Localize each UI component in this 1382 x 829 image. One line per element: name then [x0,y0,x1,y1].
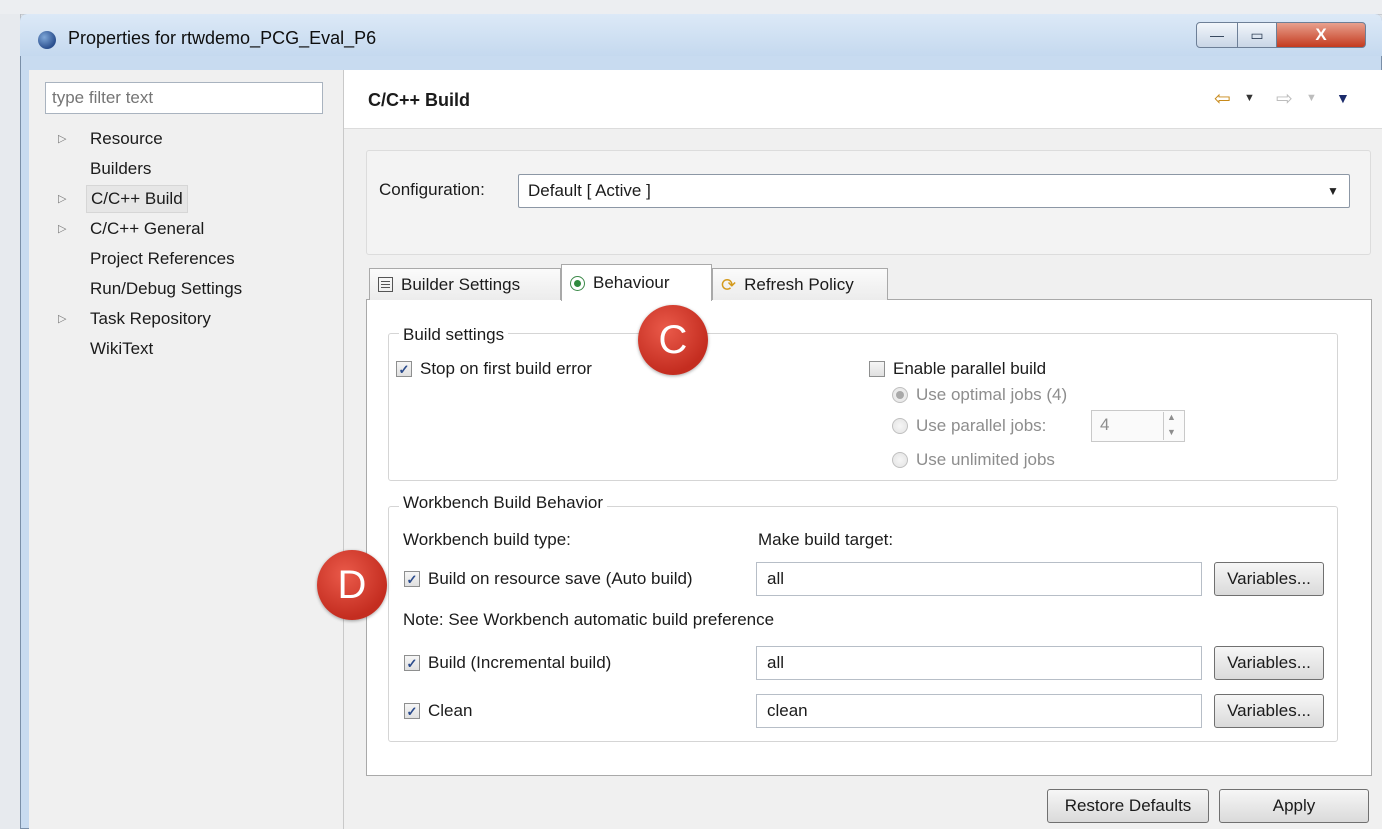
tree-item-label: Builders [90,159,152,178]
list-icon [378,277,393,292]
unlimited-jobs-option: Use unlimited jobs [892,450,1055,470]
spinner-up-icon: ▲ [1167,412,1176,422]
minimize-button[interactable]: — [1196,22,1238,48]
configuration-value: Default [ Active ] [528,181,651,200]
clean-checkbox[interactable]: ✓ [404,703,420,719]
unlimited-jobs-label: Use unlimited jobs [916,450,1055,469]
forward-dropdown-icon: ▼ [1306,92,1317,104]
auto-build-note: Note: See Workbench automatic build pref… [403,610,775,629]
parallel-jobs-label: Use parallel jobs: [916,416,1047,435]
expand-arrow-icon[interactable]: ▷ [58,124,66,154]
configuration-label: Configuration: [379,180,485,199]
incremental-build-label: Build (Incremental build) [428,653,612,672]
tree-item-label: Resource [90,129,163,148]
expand-arrow-icon[interactable]: ▷ [58,184,66,214]
eclipse-icon [38,31,56,49]
callout-badge-d: D [317,550,387,620]
expand-arrow-icon[interactable]: ▷ [58,304,66,334]
parallel-jobs-radio [892,418,908,434]
tab-label: Builder Settings [401,274,521,294]
clean-option[interactable]: ✓ Clean [404,701,472,721]
optimal-jobs-radio [892,387,908,403]
incremental-build-variables-button[interactable]: Variables... [1214,646,1324,680]
tree-item-label: Run/Debug Settings [90,279,243,298]
maximize-button[interactable]: ▭ [1237,22,1277,48]
expand-arrow-icon[interactable]: ▷ [58,214,66,244]
clean-target-input[interactable]: clean [756,694,1202,728]
tree-item-cpp-build[interactable]: ▷ C/C++ Build [52,184,272,214]
build-settings-group [388,333,1338,481]
optimal-jobs-label: Use optimal jobs (4) [916,385,1068,404]
refresh-icon: ⟳ [721,274,737,295]
page-title: C/C++ Build [368,90,471,110]
background-window-strip [0,14,21,829]
property-tree: ▷ Resource Builders ▷ C/C++ Build ▷ C/C+… [52,124,272,364]
auto-build-target-input[interactable]: all [756,562,1202,596]
auto-build-variables-button[interactable]: Variables... [1214,562,1324,596]
tree-item-label: C/C++ General [90,219,205,238]
background-window-edge [0,0,1382,15]
optimal-jobs-option: Use optimal jobs (4) [892,385,1067,405]
auto-build-option[interactable]: ✓ Build on resource save (Auto build) [404,569,693,589]
chevron-down-icon[interactable]: ▼ [1327,184,1339,198]
build-target-header: Make build target: [758,530,894,549]
tab-builder-settings[interactable]: Builder Settings [369,268,561,300]
tree-item-project-references[interactable]: Project References [52,244,272,274]
auto-build-label: Build on resource save (Auto build) [428,569,693,588]
clean-variables-button[interactable]: Variables... [1214,694,1324,728]
window-title: Properties for rtwdemo_PCG_Eval_P6 [68,28,377,48]
tab-label: Behaviour [593,273,670,292]
tab-label: Refresh Policy [744,274,854,294]
back-dropdown-icon[interactable]: ▼ [1244,92,1255,104]
tree-item-task-repository[interactable]: ▷ Task Repository [52,304,272,334]
pane-splitter[interactable] [343,70,344,829]
parallel-build-option[interactable]: Enable parallel build [869,359,1046,379]
tree-item-label: Project References [90,249,235,268]
apply-button[interactable]: Apply [1219,789,1369,823]
workbench-build-title: Workbench Build Behavior [399,493,608,513]
stop-on-error-label: Stop on first build error [420,359,592,378]
incremental-build-option[interactable]: ✓ Build (Incremental build) [404,653,611,673]
view-menu-icon[interactable]: ▼ [1336,90,1350,106]
parallel-jobs-option: Use parallel jobs: [892,416,1046,436]
tree-item-resource[interactable]: ▷ Resource [52,124,272,154]
clean-label: Clean [428,701,473,720]
tree-item-run-debug-settings[interactable]: Run/Debug Settings [52,274,272,304]
parallel-build-label: Enable parallel build [893,359,1047,378]
close-button[interactable]: X [1276,22,1366,48]
radio-icon [570,275,585,291]
restore-defaults-button[interactable]: Restore Defaults [1047,789,1209,823]
unlimited-jobs-radio [892,452,908,468]
back-arrow-icon[interactable]: ⇦ [1214,86,1231,111]
incremental-build-checkbox[interactable]: ✓ [404,655,420,671]
tab-refresh-policy[interactable]: ⟳ Refresh Policy [712,268,888,300]
tab-behaviour[interactable]: Behaviour [561,264,712,301]
incremental-build-target-input[interactable]: all [756,646,1202,680]
parallel-build-checkbox[interactable] [869,361,885,377]
spinner-down-icon: ▼ [1167,427,1176,437]
filter-input[interactable] [45,82,323,114]
stop-on-error-checkbox[interactable]: ✓ [396,361,412,377]
tree-item-builders[interactable]: Builders [52,154,272,184]
auto-build-checkbox[interactable]: ✓ [404,571,420,587]
tree-item-wikitext[interactable]: WikiText [52,334,272,364]
build-settings-title: Build settings [399,325,509,345]
tree-item-label: Task Repository [90,309,211,328]
parallel-jobs-value: 4 [1100,415,1110,434]
tree-item-label: WikiText [90,339,154,358]
tree-item-label: C/C++ Build [86,185,188,213]
stop-on-error-option[interactable]: ✓ Stop on first build error [396,359,592,379]
forward-arrow-icon: ⇨ [1276,88,1293,110]
callout-badge-c: C [638,305,708,375]
build-type-header: Workbench build type: [403,530,571,549]
tree-item-cpp-general[interactable]: ▷ C/C++ General [52,214,272,244]
